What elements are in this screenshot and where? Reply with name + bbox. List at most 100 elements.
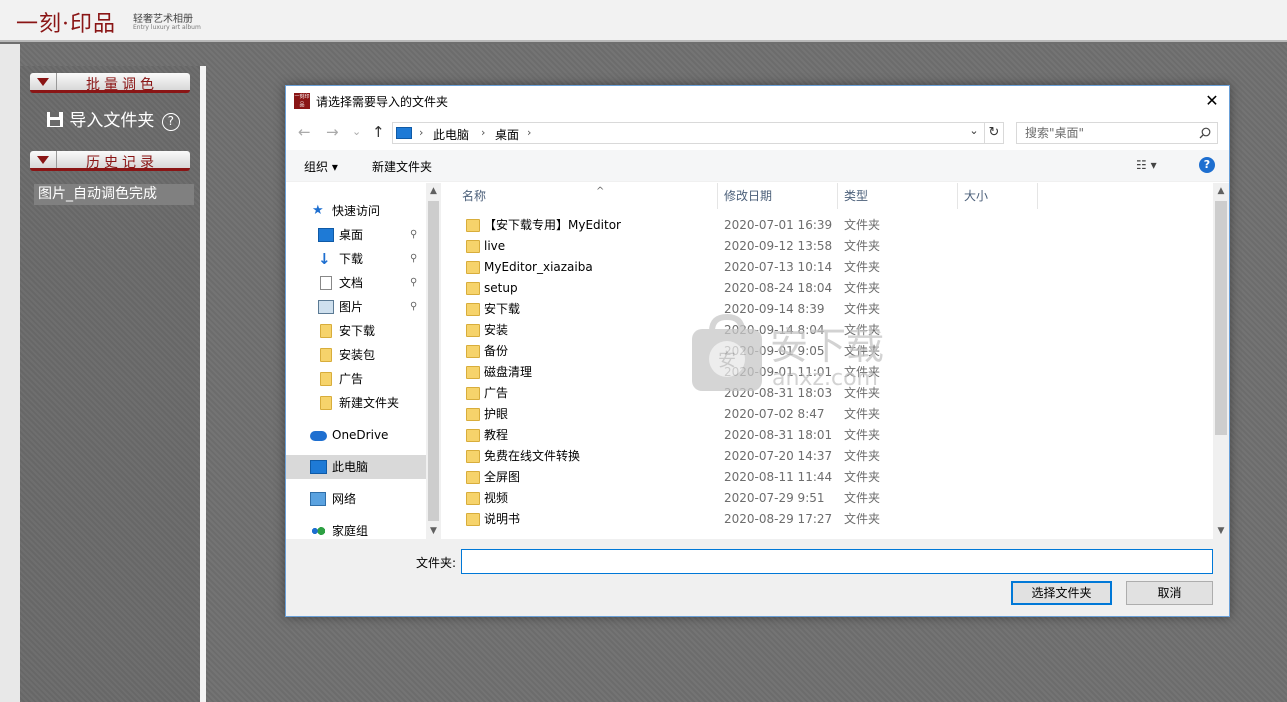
file-row[interactable]: setup 2020-08-24 18:04 文件夹 (442, 278, 1212, 299)
nav-pictures[interactable]: 图片 ⚲ (286, 295, 426, 319)
close-icon[interactable]: ✕ (1201, 90, 1223, 112)
file-name: 护眼 (484, 407, 509, 421)
column-header-date[interactable]: 修改日期 (718, 183, 838, 209)
scroll-up-icon[interactable]: ▲ (1213, 183, 1229, 199)
column-header-size[interactable]: 大小 (958, 183, 1038, 209)
file-row[interactable]: 安下载 2020-09-14 8:39 文件夹 (442, 299, 1212, 320)
nav-documents[interactable]: 文档 ⚲ (286, 271, 426, 295)
file-row[interactable]: 备份 2020-09-01 9:05 文件夹 (442, 341, 1212, 362)
organize-button[interactable]: 组织 ▾ (304, 158, 338, 175)
nav-label: 安装包 (339, 348, 376, 362)
file-row[interactable]: live 2020-09-12 13:58 文件夹 (442, 236, 1212, 257)
forward-arrow-icon[interactable]: → (326, 123, 339, 141)
column-header-type[interactable]: 类型 (838, 183, 958, 209)
file-row[interactable]: 视频 2020-07-29 9:51 文件夹 (442, 488, 1212, 509)
nav-folder-install-pkg[interactable]: 安装包 (286, 343, 426, 367)
folder-icon (466, 240, 480, 253)
nav-label: 此电脑 (332, 460, 369, 474)
up-arrow-icon[interactable]: ↑ (372, 123, 385, 141)
nav-folder-new-folder[interactable]: 新建文件夹 (286, 391, 426, 415)
star-icon: ★ (312, 203, 324, 218)
folder-icon (466, 387, 480, 400)
breadcrumb-chevron-icon[interactable]: › (481, 126, 485, 139)
file-date: 2020-08-31 18:01 (724, 428, 833, 442)
navigation-row: ← → ⌄ ↑ › 此电脑 › 桌面 › ⌄ ↻ (286, 120, 1229, 146)
file-row[interactable]: 护眼 2020-07-02 8:47 文件夹 (442, 404, 1212, 425)
search-box[interactable] (1016, 122, 1218, 144)
file-row[interactable]: 磁盘清理 2020-09-01 11:01 文件夹 (442, 362, 1212, 383)
import-folder-button[interactable]: 导入文件夹 ? (46, 106, 180, 131)
collapse-triangle-icon[interactable] (37, 78, 49, 86)
folder-icon (320, 324, 332, 338)
file-row[interactable]: 【安下载专用】MyEditor 2020-07-01 16:39 文件夹 (442, 215, 1212, 236)
scroll-down-icon[interactable]: ▼ (1213, 523, 1229, 539)
address-dropdown-icon[interactable]: ⌄ (967, 124, 981, 137)
help-icon[interactable]: ? (1199, 157, 1215, 173)
nav-homegroup[interactable]: 家庭组 (286, 519, 426, 539)
file-type: 文件夹 (844, 302, 881, 316)
collapse-triangle-icon[interactable] (37, 156, 49, 164)
left-margin (0, 44, 20, 702)
folder-name-input[interactable] (461, 549, 1213, 574)
new-folder-button[interactable]: 新建文件夹 (372, 158, 432, 175)
batch-color-section-header[interactable]: 批量调色 (30, 73, 190, 93)
column-header-name[interactable]: 名称 ^ (456, 183, 718, 209)
nav-downloads[interactable]: ↓ 下载 ⚲ (286, 247, 426, 271)
app-logo-subtitle-en: Entry luxury art album (133, 24, 201, 31)
help-icon[interactable]: ? (161, 113, 180, 131)
nav-this-pc[interactable]: 此电脑 (286, 455, 426, 479)
scroll-down-icon[interactable]: ▼ (426, 523, 441, 539)
search-input[interactable] (1017, 123, 1197, 143)
file-name: 全屏图 (484, 470, 521, 484)
file-row[interactable]: 免费在线文件转换 2020-07-20 14:37 文件夹 (442, 446, 1212, 467)
homegroup-icon (310, 525, 326, 537)
folder-icon (466, 219, 480, 232)
select-folder-button[interactable]: 选择文件夹 (1011, 581, 1112, 605)
breadcrumb-this-pc[interactable]: 此电脑 (433, 126, 469, 143)
breadcrumb-chevron-icon[interactable]: › (419, 126, 423, 139)
nav-label: OneDrive (332, 428, 389, 442)
nav-quick-access[interactable]: ★ 快速访问 (286, 199, 426, 223)
scroll-thumb[interactable] (1215, 201, 1227, 435)
nav-onedrive[interactable]: OneDrive (286, 423, 426, 447)
back-arrow-icon[interactable]: ← (298, 123, 311, 141)
breadcrumb-chevron-icon[interactable]: › (527, 126, 531, 139)
nav-folder-anxiazai[interactable]: 安下载 (286, 319, 426, 343)
recent-locations-icon[interactable]: ⌄ (352, 125, 361, 138)
scroll-up-icon[interactable]: ▲ (426, 183, 441, 199)
breadcrumb-desktop[interactable]: 桌面 (495, 126, 519, 143)
file-list-scrollbar[interactable]: ▲ ▼ (1213, 183, 1229, 539)
dialog-toolbar: 组织 ▾ 新建文件夹 ☷ ▾ ? (286, 150, 1229, 182)
file-name: 教程 (484, 428, 509, 442)
cloud-icon (310, 431, 327, 441)
folder-icon (466, 513, 480, 526)
file-row[interactable]: 广告 2020-08-31 18:03 文件夹 (442, 383, 1212, 404)
file-row[interactable]: 安装 2020-09-14 8:04 文件夹 (442, 320, 1212, 341)
search-icon[interactable] (1199, 127, 1211, 139)
history-item[interactable]: 图片_自动调色完成 (34, 184, 194, 205)
file-row[interactable]: 全屏图 2020-08-11 11:44 文件夹 (442, 467, 1212, 488)
cancel-button[interactable]: 取消 (1126, 581, 1213, 605)
nav-pane-scrollbar[interactable]: ▲ ▼ (426, 183, 441, 539)
address-bar[interactable]: › 此电脑 › 桌面 › ⌄ (392, 122, 1004, 144)
pin-icon: ⚲ (410, 301, 418, 312)
history-section-header[interactable]: 历史记录 (30, 151, 190, 171)
folder-picker-dialog: 一刻印品 请选择需要导入的文件夹 ✕ ← → ⌄ ↑ › 此电脑 › 桌面 › … (285, 85, 1230, 617)
file-row[interactable]: MyEditor_xiazaiba 2020-07-13 10:14 文件夹 (442, 257, 1212, 278)
file-row[interactable]: 说明书 2020-08-29 17:27 文件夹 (442, 509, 1212, 530)
folder-icon (466, 408, 480, 421)
nav-network[interactable]: 网络 (286, 487, 426, 511)
scroll-thumb[interactable] (428, 201, 439, 521)
nav-label: 广告 (339, 372, 364, 386)
nav-desktop[interactable]: 桌面 ⚲ (286, 223, 426, 247)
file-type: 文件夹 (844, 470, 881, 484)
view-options-icon[interactable]: ☷ ▾ (1136, 158, 1157, 172)
pin-icon: ⚲ (410, 277, 418, 288)
file-row[interactable]: 教程 2020-08-31 18:01 文件夹 (442, 425, 1212, 446)
file-date: 2020-07-02 8:47 (724, 407, 825, 421)
file-date: 2020-08-31 18:03 (724, 386, 833, 400)
nav-folder-ads[interactable]: 广告 (286, 367, 426, 391)
pictures-icon (318, 300, 334, 314)
file-type: 文件夹 (844, 239, 881, 253)
refresh-icon[interactable]: ↻ (984, 122, 1004, 144)
